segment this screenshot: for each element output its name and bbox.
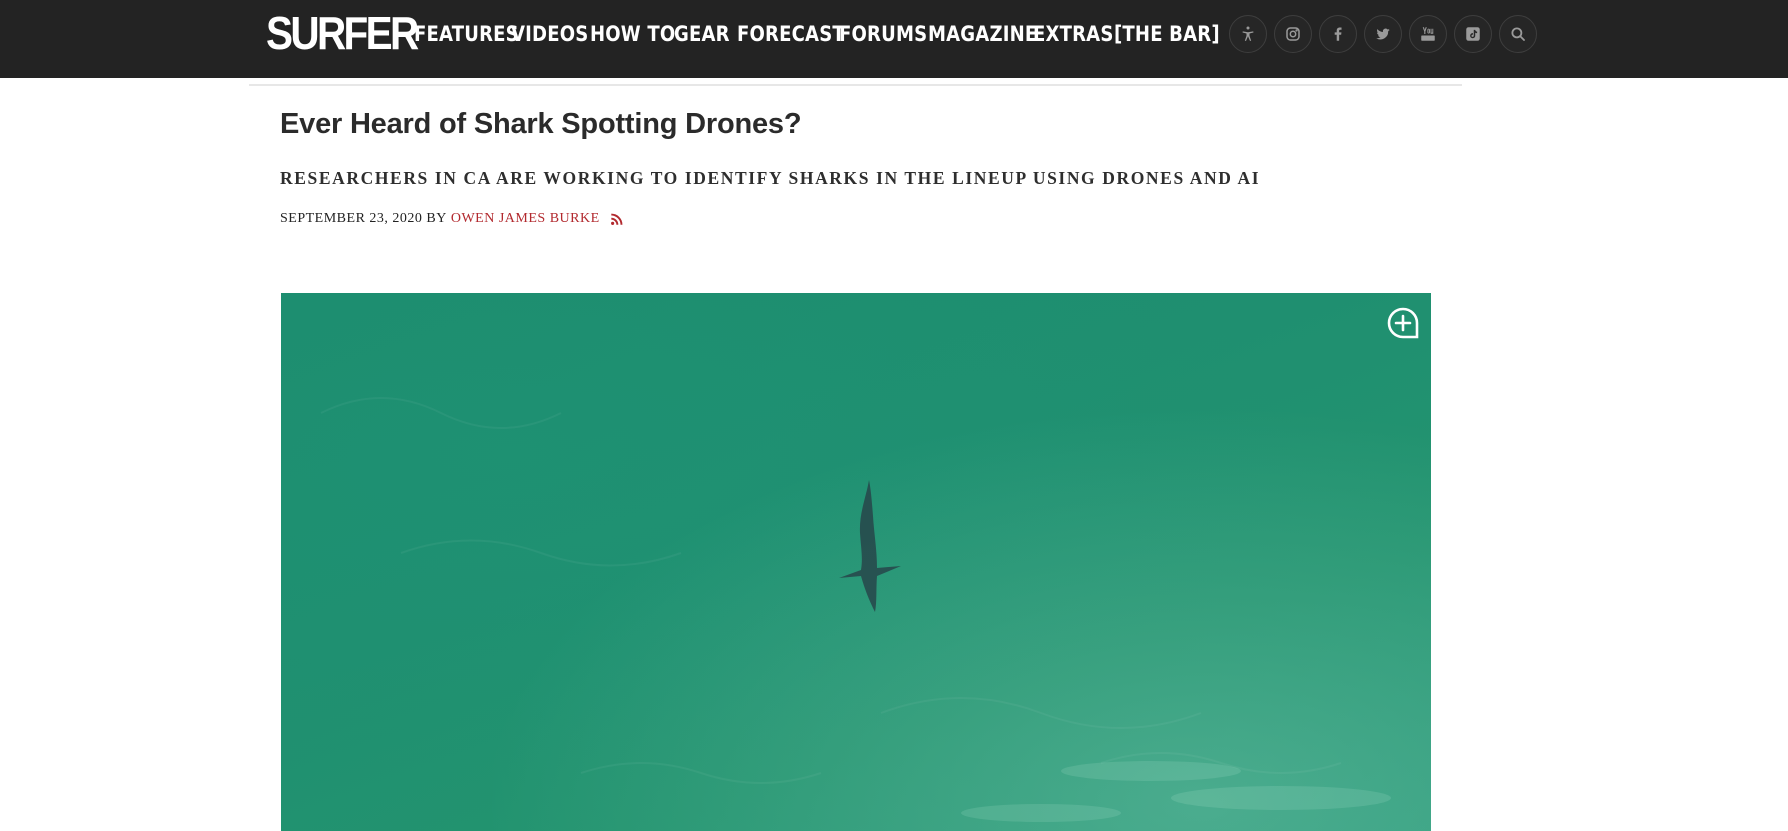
nav-item-videos[interactable]: VIDEOS (511, 22, 588, 46)
article-subtitle: RESEARCHERS IN CA ARE WORKING TO IDENTIF… (280, 168, 1261, 188)
search-icon (1511, 27, 1525, 41)
byline-by: BY (426, 211, 447, 226)
nav-item-gear[interactable]: GEAR (674, 22, 730, 46)
site-logo[interactable]: SURFER (266, 8, 419, 58)
article-date: SEPTEMBER 23, 2020 (280, 211, 423, 226)
header-icon-bar (1229, 15, 1537, 53)
nav-item-magazine[interactable]: MAGAZINE (928, 22, 1037, 46)
youtube-button[interactable] (1409, 15, 1447, 53)
main-nav: FEATURES VIDEOS HOW TO GEAR FORECAST FOR… (414, 0, 1220, 68)
nav-item-forecast[interactable]: FORECAST (737, 22, 845, 46)
expand-plus-icon[interactable] (1386, 306, 1420, 340)
tiktok-icon (1466, 27, 1480, 41)
hero-image (281, 293, 1431, 831)
twitter-button[interactable] (1364, 15, 1402, 53)
instagram-button[interactable] (1274, 15, 1312, 53)
author-link[interactable]: OWEN JAMES BURKE (451, 211, 600, 227)
nav-item-forums[interactable]: FORUMS (839, 22, 927, 46)
accessibility-button[interactable] (1229, 15, 1267, 53)
header-divider (249, 84, 1462, 86)
site-header: SURFER FEATURES VIDEOS HOW TO GEAR FOREC… (0, 0, 1788, 78)
facebook-icon (1334, 27, 1342, 41)
nav-item-the-bar[interactable]: [THE BAR] (1114, 22, 1220, 46)
shark-silhouette (839, 480, 901, 612)
nav-item-how-to[interactable]: HOW TO (590, 22, 675, 46)
search-button[interactable] (1499, 15, 1537, 53)
nav-item-features[interactable]: FEATURES (414, 22, 519, 46)
article-title: Ever Heard of Shark Spotting Drones? (280, 108, 802, 140)
accessibility-icon (1242, 26, 1254, 42)
rss-icon[interactable] (610, 212, 624, 226)
instagram-icon (1286, 27, 1300, 41)
article-byline: SEPTEMBER 23, 2020 BY OWEN JAMES BURKE (280, 211, 624, 227)
nav-item-extras[interactable]: EXTRAS (1033, 22, 1113, 46)
tiktok-button[interactable] (1454, 15, 1492, 53)
youtube-icon (1421, 27, 1435, 41)
twitter-icon (1376, 28, 1390, 40)
facebook-button[interactable] (1319, 15, 1357, 53)
